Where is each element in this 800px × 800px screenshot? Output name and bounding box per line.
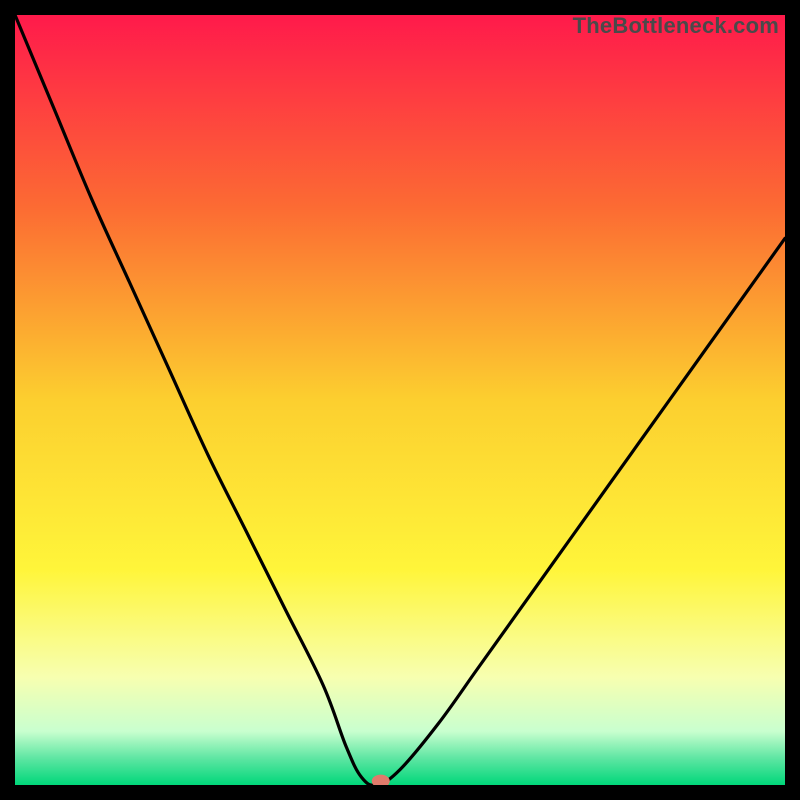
watermark-text: TheBottleneck.com (573, 13, 779, 39)
chart-frame: TheBottleneck.com (15, 15, 785, 785)
bottleneck-chart (15, 15, 785, 785)
